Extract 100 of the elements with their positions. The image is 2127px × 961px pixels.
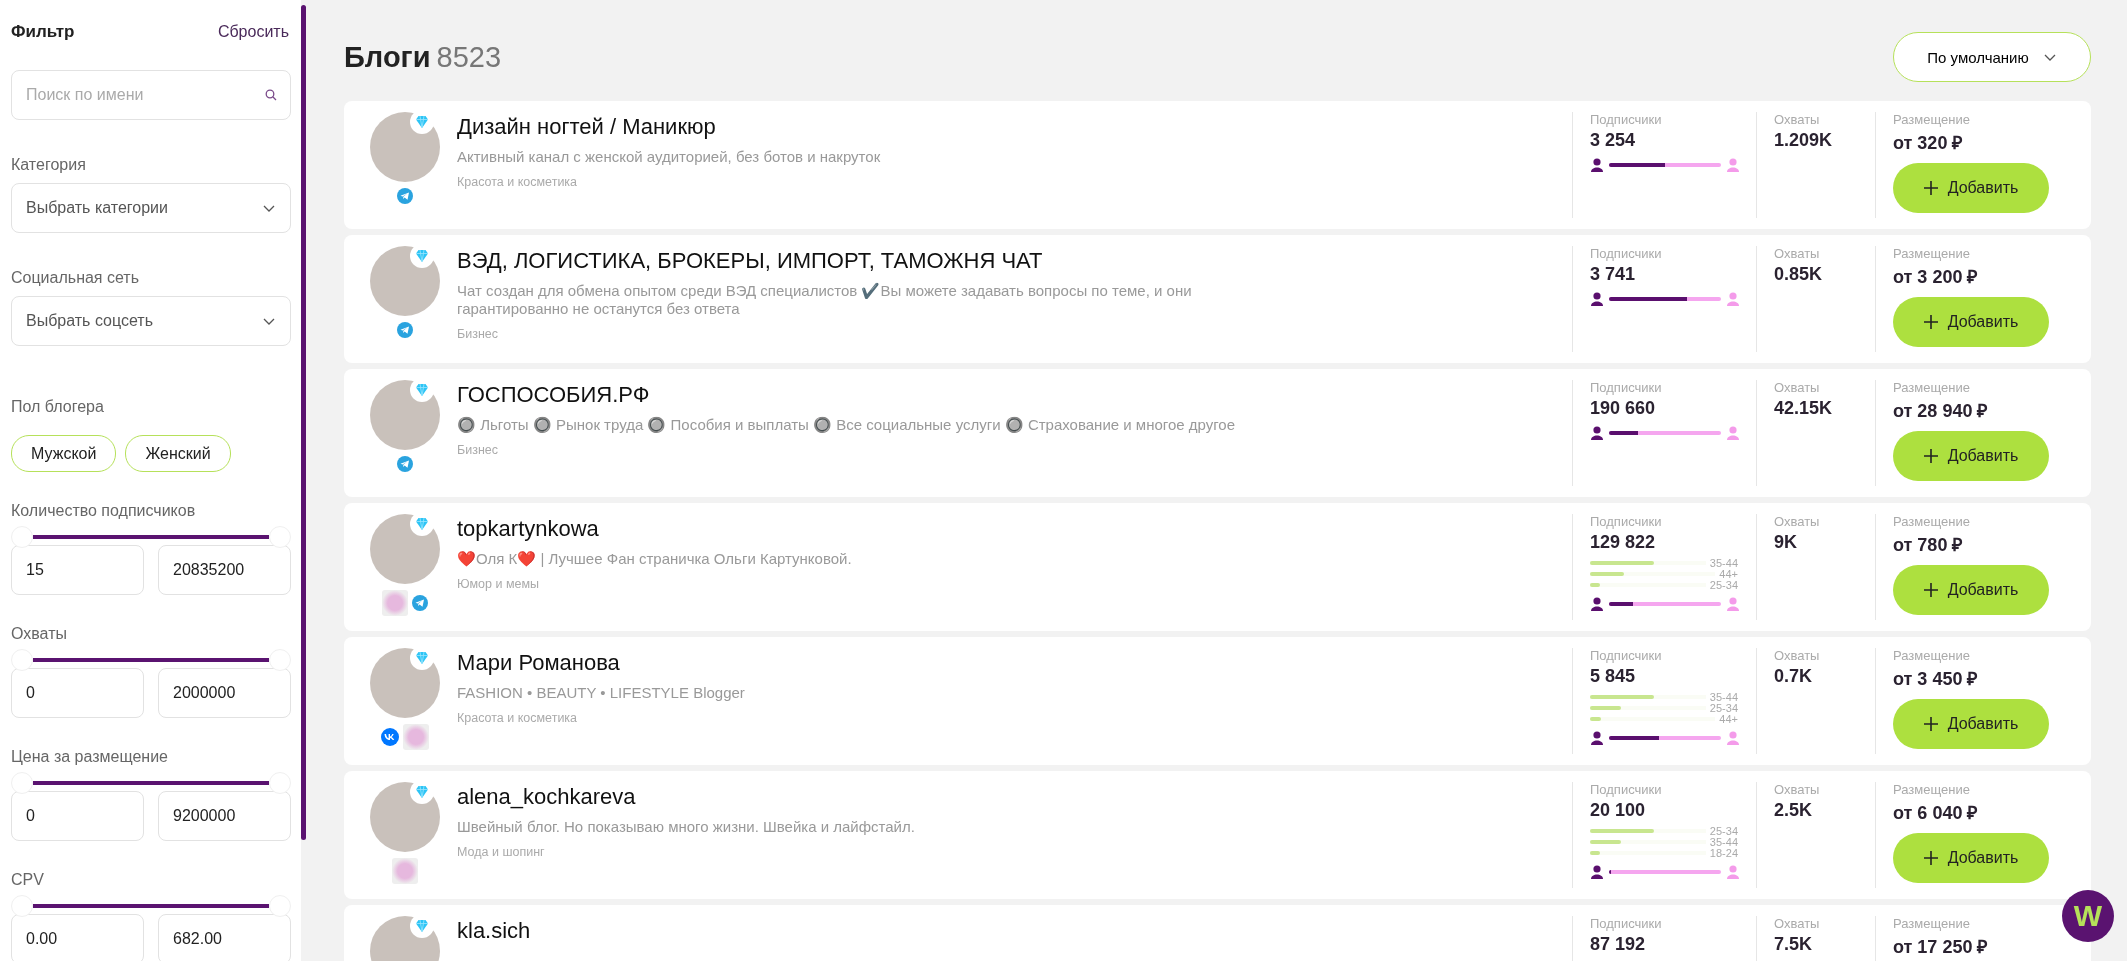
age-label: 25-34 — [1709, 578, 1738, 591]
subscriber-count: 190 660 — [1590, 398, 1657, 419]
field-label: Пол блогера — [11, 398, 105, 416]
reach-value: 0.7K — [1774, 666, 1814, 687]
blog-count: 8523 — [436, 40, 502, 74]
chat-button[interactable]: W — [2062, 890, 2114, 942]
field-label: Категория — [11, 156, 87, 174]
subscriber-count: 5 845 — [1590, 666, 1637, 687]
select-field[interactable]: Выбрать категории — [11, 183, 291, 233]
number-field[interactable]: 9200000 — [158, 791, 291, 841]
subscriber-count: 129 822 — [1590, 532, 1657, 553]
blog-name[interactable]: ВЭД, ЛОГИСТИКА, БРОКЕРЫ, ИМПОРТ, ТАМОЖНЯ ЧАТ — [457, 248, 1272, 274]
blog-category: Красота и косметика — [457, 711, 579, 725]
slider-handle[interactable] — [11, 649, 33, 671]
logo-icon — [381, 728, 399, 746]
add-button[interactable]: Добавить — [1893, 565, 2049, 615]
number-field[interactable]: 2000000 — [158, 668, 291, 718]
slider-handle[interactable] — [269, 895, 291, 917]
stat-label: Подписчики — [1590, 380, 1663, 395]
age-label: 25-34 — [1709, 824, 1738, 837]
stat-label: Подписчики — [1590, 648, 1663, 663]
stat-label: Размещение — [1893, 380, 1971, 395]
number-field[interactable]: 15 — [11, 545, 144, 595]
search-field[interactable]: Поиск по имени — [11, 70, 291, 120]
number-field[interactable]: 682.00 — [158, 914, 291, 961]
plus-icon — [1923, 717, 1938, 731]
add-button[interactable]: Добавить — [1893, 163, 2049, 213]
select-field[interactable]: Выбрать соцсеть — [11, 296, 291, 346]
stat-label: Размещение — [1893, 648, 1971, 663]
reach-value: 1.209K — [1774, 130, 1834, 151]
blog-name[interactable]: ГОСПОСОБИЯ.РФ — [457, 382, 1272, 408]
number-field[interactable]: 20835200 — [158, 545, 291, 595]
scrollbar[interactable] — [301, 5, 306, 840]
plus-icon — [1923, 315, 1938, 329]
price-value: от 3 450 ₽ — [1893, 668, 1979, 690]
number-field[interactable]: 0 — [11, 791, 144, 841]
gender-chip[interactable]: Женский — [125, 435, 231, 472]
age-label: 44+ — [1719, 712, 1738, 725]
blurred-icon — [382, 590, 408, 616]
stat-label: Подписчики — [1590, 112, 1663, 127]
stat-label: Подписчики — [1590, 782, 1663, 797]
stat-label: Размещение — [1893, 916, 1971, 931]
gender-chip[interactable]: Мужской — [11, 435, 117, 472]
male-person-icon — [1590, 596, 1604, 611]
blog-description: FASHION • BEAUTY • LIFESTYLE Blogger — [457, 684, 746, 702]
blog-name[interactable]: Дизайн ногтей / Маникюр — [457, 114, 1272, 140]
age-label: 25-34 — [1709, 701, 1738, 714]
blog-description: Чат создан для обмена опытом среди ВЭД специалистов ✔Вы можете задавать вопросы по теме, и они гарантированно не останутся без ответа — [457, 282, 1193, 318]
blog-name[interactable]: alena_kochkareva — [457, 784, 1272, 810]
stat-label: Охваты — [1774, 782, 1821, 797]
reach-value: 42.15K — [1774, 398, 1834, 419]
male-person-icon — [1590, 157, 1604, 172]
female-person-icon — [1726, 291, 1740, 306]
field-label: Количество подписчиков — [11, 502, 197, 520]
reach-value: 0.85K — [1774, 264, 1824, 285]
price-value: от 3 200 ₽ — [1893, 266, 1979, 288]
plus-icon — [1923, 449, 1938, 463]
paper-plane-icon — [412, 595, 428, 611]
slider-handle[interactable] — [269, 526, 291, 548]
add-button[interactable]: Добавить — [1893, 297, 2049, 347]
price-value: от 320 ₽ — [1893, 132, 1964, 154]
stat-label: Охваты — [1774, 916, 1821, 931]
slider-handle[interactable] — [11, 772, 33, 794]
stat-label: Охваты — [1774, 380, 1821, 395]
price-value: от 17 250 ₽ — [1893, 936, 1989, 958]
slider-handle[interactable] — [269, 649, 291, 671]
subscriber-count: 20 100 — [1590, 800, 1647, 821]
male-person-icon — [1590, 864, 1604, 879]
number-field[interactable]: 0 — [11, 668, 144, 718]
filter-title: Фильтр — [11, 22, 75, 42]
number-field[interactable]: 0.00 — [11, 914, 144, 961]
subscriber-count: 3 254 — [1590, 130, 1637, 151]
blog-name[interactable]: kla.sich — [457, 918, 1272, 944]
female-person-icon — [1726, 157, 1740, 172]
search-icon — [265, 89, 277, 101]
sort-dropdown[interactable]: По умолчанию — [1893, 32, 2091, 82]
blog-name[interactable]: topkartynkowa — [457, 516, 1272, 542]
subscriber-count: 3 741 — [1590, 264, 1637, 285]
female-person-icon — [1726, 730, 1740, 745]
male-person-icon — [1590, 291, 1604, 306]
blog-name[interactable]: Мари Романова — [457, 650, 1272, 676]
slider-handle[interactable] — [269, 772, 291, 794]
reset-link[interactable]: Сбросить — [217, 23, 289, 41]
add-button[interactable]: Добавить — [1893, 833, 2049, 883]
field-label: Социальная сеть — [11, 269, 140, 287]
stat-label: Размещение — [1893, 246, 1971, 261]
plus-icon — [1923, 851, 1938, 865]
blog-description: 🔘 Льготы 🔘 Рынок труда 🔘 Пособия и выплаты 🔘 Все социальные услуги 🔘 Страхование и многое другое — [457, 416, 1236, 434]
stat-label: Размещение — [1893, 112, 1971, 127]
stat-label: Размещение — [1893, 782, 1971, 797]
field-label: CPV — [11, 871, 45, 889]
add-button[interactable]: Добавить — [1893, 699, 2049, 749]
field-label: Охваты — [11, 625, 68, 643]
blog-category: Юмор и мемы — [457, 577, 541, 591]
add-button[interactable]: Добавить — [1893, 431, 2049, 481]
plus-icon — [1923, 583, 1938, 597]
slider-handle[interactable] — [11, 895, 33, 917]
female-person-icon — [1726, 596, 1740, 611]
blog-category: Мода и шопинг — [457, 845, 546, 859]
slider-handle[interactable] — [11, 526, 33, 548]
